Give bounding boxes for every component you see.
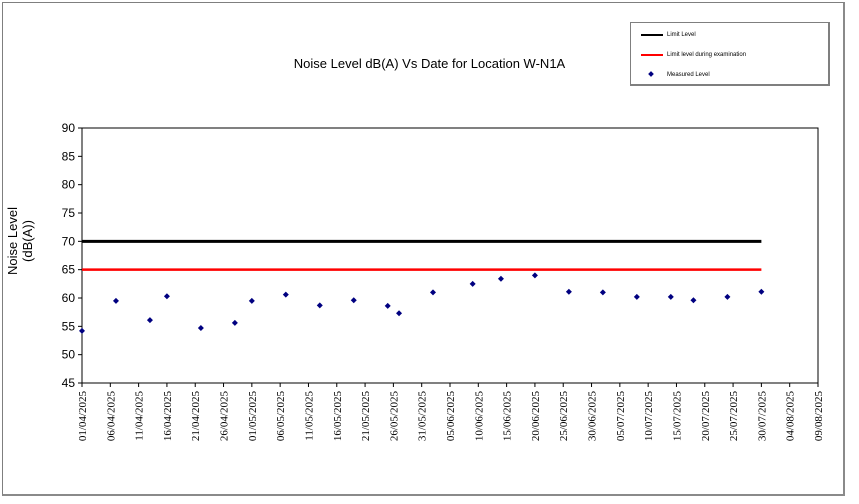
x-tick-label: 26/04/2025 — [219, 391, 231, 442]
y-axis-label-line2: (dB(A)) — [20, 220, 35, 262]
x-tick-label: 20/06/2025 — [530, 391, 542, 442]
x-tick-label: 30/06/2025 — [587, 391, 599, 442]
x-tick-label: 25/07/2025 — [728, 391, 740, 442]
legend-swatch-limit-exam — [641, 54, 663, 56]
y-axis-label: Noise Level (dB(A)) — [5, 191, 35, 291]
data-point-measured — [384, 302, 391, 309]
data-point-measured — [163, 293, 170, 300]
x-tick-label: 11/04/2025 — [134, 391, 146, 441]
x-tick-label: 21/04/2025 — [190, 391, 202, 442]
plot-area — [81, 127, 819, 384]
y-tick-label: 45 — [62, 376, 76, 390]
y-tick-label: 90 — [62, 121, 76, 135]
y-tick-label: 65 — [62, 263, 76, 277]
x-tick-label: 31/05/2025 — [417, 391, 429, 442]
x-tick-label: 20/07/2025 — [700, 391, 712, 442]
x-tick-label: 01/04/2025 — [77, 391, 89, 442]
y-tick-label: 50 — [62, 348, 76, 362]
x-tick-label: 16/04/2025 — [162, 391, 174, 442]
data-point-measured — [248, 297, 255, 304]
x-tick-label: 26/05/2025 — [388, 391, 400, 442]
data-point-measured — [497, 275, 504, 282]
x-tick-label: 11/05/2025 — [303, 391, 315, 441]
data-point-measured — [531, 272, 538, 279]
x-tick-label: 01/05/2025 — [247, 391, 259, 442]
y-tick-label: 85 — [62, 149, 76, 163]
x-tick-label: 30/07/2025 — [756, 391, 768, 442]
x-tick-label: 10/06/2025 — [473, 391, 485, 442]
y-axis-label-line1: Noise Level — [5, 207, 20, 275]
x-tick-label: 06/04/2025 — [105, 391, 117, 442]
data-point-measured — [633, 293, 640, 300]
data-point-measured — [197, 325, 204, 332]
data-point-measured — [146, 317, 153, 324]
legend-label-limit-exam: Limit level during examination — [667, 52, 747, 58]
y-tick-label: 75 — [62, 206, 76, 220]
x-tick-label: 25/06/2025 — [558, 391, 570, 442]
data-point-measured — [565, 288, 572, 295]
x-tick-label: 21/05/2025 — [360, 391, 372, 442]
data-point-measured — [282, 291, 289, 298]
legend-label-limit: Limit Level — [667, 32, 696, 38]
y-tick-label: 60 — [62, 291, 76, 305]
x-tick-label: 06/05/2025 — [275, 391, 287, 442]
data-point-measured — [724, 293, 731, 300]
legend-label-measured: Measured Level — [667, 72, 710, 78]
data-point-measured — [350, 297, 357, 304]
data-point-measured — [690, 297, 697, 304]
x-tick-label: 15/06/2025 — [502, 391, 514, 442]
x-tick-label: 09/08/2025 — [813, 391, 825, 442]
data-point-measured — [396, 310, 403, 317]
x-tick-label: 16/05/2025 — [332, 391, 344, 442]
y-tick-label: 55 — [62, 319, 76, 333]
legend-swatch-limit — [641, 34, 663, 36]
data-point-measured — [758, 288, 765, 295]
y-tick-label: 80 — [62, 178, 76, 192]
data-point-measured — [667, 293, 674, 300]
data-point-measured — [430, 289, 437, 296]
data-point-measured — [469, 280, 476, 287]
x-tick-label: 05/06/2025 — [445, 391, 457, 442]
data-point-measured — [316, 302, 323, 309]
x-tick-label: 05/07/2025 — [615, 391, 627, 442]
x-tick-label: 15/07/2025 — [671, 391, 683, 442]
data-point-measured — [599, 289, 606, 296]
data-point-measured — [231, 319, 238, 326]
x-tick-label: 10/07/2025 — [643, 391, 655, 442]
legend-swatch-measured — [648, 71, 654, 77]
data-point-measured — [112, 297, 119, 304]
data-point-measured — [79, 327, 85, 334]
y-tick-label: 70 — [62, 234, 76, 248]
x-tick-label: 04/08/2025 — [785, 391, 797, 442]
legend: Limit Level Limit level during examinati… — [630, 22, 830, 86]
